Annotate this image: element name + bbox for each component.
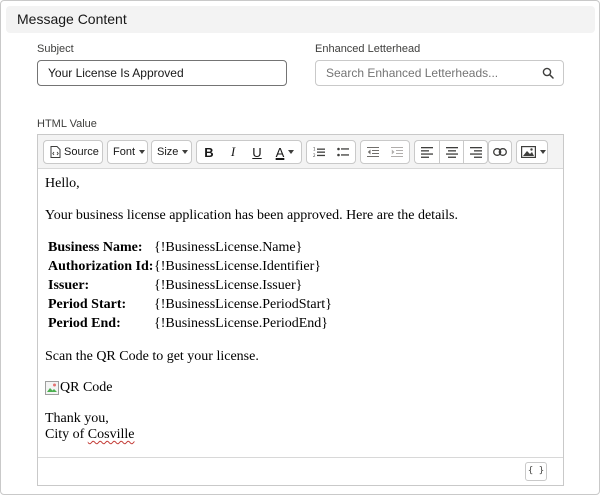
align-center-button[interactable]	[439, 140, 463, 164]
letterhead-label: Enhanced Letterhead	[315, 43, 421, 55]
insert-merge-field-button[interactable]: { }	[525, 462, 547, 481]
detail-label: Business Name:	[48, 240, 143, 255]
detail-label: Issuer:	[48, 278, 90, 293]
align-right-icon	[469, 146, 482, 158]
font-dropdown[interactable]: Font	[107, 140, 148, 164]
svg-text:1: 1	[313, 147, 316, 152]
size-dropdown[interactable]: Size	[151, 140, 192, 164]
detail-value: {!BusinessLicense.Identifier}	[154, 259, 322, 274]
editor-footer: { }	[38, 457, 563, 485]
insert-image-button[interactable]	[516, 140, 548, 164]
italic-button[interactable]: I	[221, 141, 245, 163]
format-group: B I U A	[196, 140, 302, 164]
letterhead-search-placeholder: Search Enhanced Letterheads...	[326, 66, 499, 80]
align-left-button[interactable]	[414, 140, 439, 164]
scan-text: Scan the QR Code to get your license.	[45, 349, 259, 364]
detail-value: {!BusinessLicense.Name}	[154, 240, 303, 255]
list-group: 1 2	[306, 140, 356, 164]
align-right-button[interactable]	[463, 140, 488, 164]
detail-label: Period End:	[48, 316, 121, 331]
bulleted-list-button[interactable]	[331, 141, 355, 163]
signature-prefix: City of	[45, 427, 88, 442]
editor-toolbar: Source Font Size B I U A 1 2	[38, 135, 563, 169]
link-icon	[493, 148, 507, 156]
section-header: Message Content	[6, 6, 595, 33]
detail-value: {!BusinessLicense.PeriodStart}	[154, 297, 332, 312]
link-button[interactable]	[488, 140, 512, 164]
text-color-chevron-down-icon	[288, 150, 295, 154]
greeting-text: Hello,	[45, 176, 80, 191]
qr-code-image[interactable]: QR Code	[45, 380, 113, 396]
image-chevron-down-icon	[540, 150, 546, 154]
decrease-indent-button[interactable]	[361, 141, 385, 163]
svg-text:2: 2	[313, 153, 316, 158]
qr-code-alt-text: QR Code	[60, 380, 113, 395]
source-label: Source	[64, 146, 99, 158]
detail-label: Authorization Id:	[48, 259, 154, 274]
indent-group	[360, 140, 410, 164]
underline-button[interactable]: U	[245, 141, 269, 163]
font-chevron-down-icon	[139, 150, 146, 154]
image-icon	[521, 146, 536, 158]
increase-indent-button[interactable]	[385, 141, 409, 163]
subject-input[interactable]: Your License Is Approved	[37, 60, 287, 86]
thanks-text: Thank you,	[45, 411, 109, 426]
detail-value: {!BusinessLicense.PeriodEnd}	[154, 316, 329, 331]
source-button[interactable]: Source	[43, 140, 103, 164]
html-value-label: HTML Value	[37, 118, 97, 130]
signature-city: Cosville	[87, 427, 135, 442]
font-label: Font	[113, 146, 136, 158]
size-label: Size	[157, 146, 179, 158]
numbered-list-button[interactable]: 1 2	[307, 141, 331, 163]
intro-text: Your business license application has be…	[45, 208, 459, 223]
increase-indent-icon	[391, 147, 403, 157]
subject-label: Subject	[37, 43, 74, 55]
decrease-indent-icon	[367, 147, 379, 157]
source-icon	[50, 146, 61, 158]
search-icon[interactable]	[542, 67, 554, 79]
bold-button[interactable]: B	[197, 141, 221, 163]
align-center-icon	[445, 146, 458, 158]
message-content-panel: Message Content Subject Your License Is …	[0, 0, 600, 495]
text-color-button[interactable]: A	[269, 141, 301, 163]
size-chevron-down-icon	[182, 150, 189, 154]
align-left-icon	[421, 146, 433, 158]
html-editor[interactable]: Source Font Size B I U A 1 2 Hello, Your…	[37, 134, 564, 486]
signature-line: City of Cosville	[45, 427, 134, 443]
detail-value: {!BusinessLicense.Issuer}	[154, 278, 303, 293]
numbered-list-icon: 1 2	[313, 147, 325, 158]
letterhead-search-input[interactable]: Search Enhanced Letterheads...	[315, 60, 564, 86]
broken-image-icon	[45, 381, 59, 395]
text-color-icon: A	[275, 144, 285, 160]
detail-label: Period Start:	[48, 297, 127, 312]
bulleted-list-icon	[337, 147, 349, 157]
